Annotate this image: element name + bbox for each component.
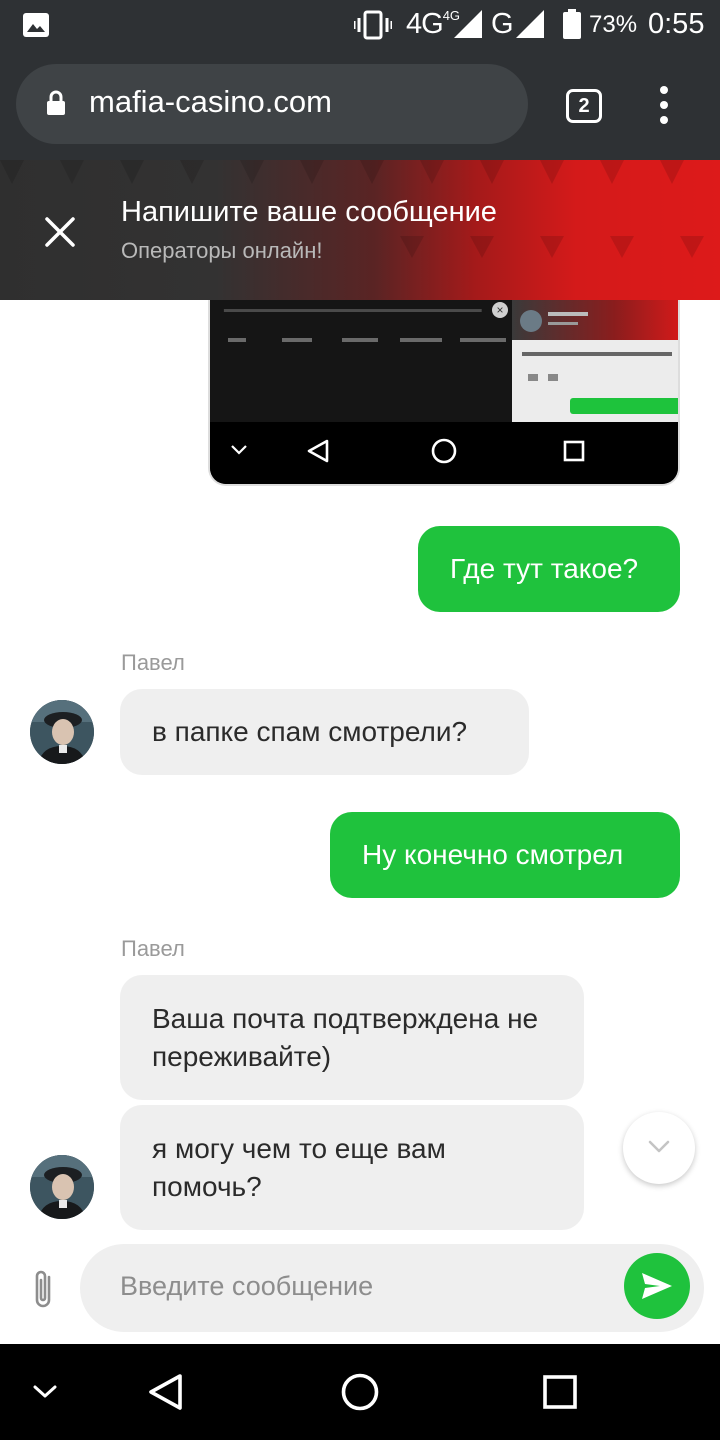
url-text: mafia-casino.com — [89, 84, 332, 119]
message-composer — [80, 1244, 704, 1332]
thumbs-icon — [528, 374, 558, 381]
image-notification-icon — [23, 13, 49, 37]
screenshot-panel-button — [570, 398, 678, 414]
message-input[interactable] — [120, 1264, 600, 1308]
status-bar: 4G4G G 73% 0:55 — [0, 0, 720, 50]
chat-title: Напишите ваше сообщение — [121, 196, 497, 228]
network-g-label: G — [491, 8, 514, 40]
send-icon — [642, 1273, 672, 1299]
paperclip-icon[interactable] — [28, 1266, 58, 1312]
outgoing-message: Где тут такое? — [418, 526, 680, 612]
incoming-message: я могу чем то еще вам помочь? — [120, 1105, 584, 1230]
signal-strength-icon — [454, 10, 482, 38]
chevron-down-icon — [648, 1140, 670, 1153]
outgoing-message: Ну конечно смотрел — [330, 812, 680, 898]
sender-name: Павел — [121, 650, 185, 675]
scroll-down-button[interactable] — [623, 1112, 695, 1184]
screenshot-close-icon: × — [492, 302, 508, 318]
operator-avatar-image — [30, 700, 94, 764]
screenshot-menu-row — [228, 338, 506, 342]
signal-strength-icon-2 — [516, 10, 544, 38]
screenshot-panel-line — [548, 322, 578, 325]
close-icon[interactable] — [38, 210, 82, 254]
browser-toolbar: mafia-casino.com 2 — [0, 50, 720, 160]
clock: 0:55 — [648, 8, 705, 40]
back-icon — [307, 439, 329, 463]
home-icon[interactable] — [340, 1372, 380, 1412]
screenshot-panel-line — [548, 312, 588, 316]
attached-screenshot-image[interactable]: × — [208, 300, 680, 486]
chevron-down-icon — [231, 445, 247, 455]
back-icon[interactable] — [146, 1372, 184, 1412]
chat-header: Напишите ваше сообщение Операторы онлайн… — [0, 160, 720, 300]
screenshot-nav-bar — [210, 422, 678, 484]
address-bar[interactable]: mafia-casino.com — [16, 64, 528, 144]
recents-icon[interactable] — [542, 1374, 578, 1410]
operator-avatar-image — [30, 1155, 94, 1219]
vibrate-icon — [354, 10, 392, 40]
system-nav-bar — [0, 1344, 720, 1440]
chevron-down-icon[interactable] — [32, 1384, 58, 1400]
chat-subtitle: Операторы онлайн! — [121, 238, 323, 263]
incoming-message: в папке спам смотрели? — [120, 689, 529, 775]
recents-icon — [563, 440, 585, 462]
incoming-message: Ваша почта подтверждена не переживайте) — [120, 975, 584, 1100]
screenshot-panel-avatar — [520, 310, 542, 332]
browser-menu-button[interactable] — [656, 86, 672, 126]
sender-name: Павел — [121, 936, 185, 961]
battery-icon — [563, 9, 581, 39]
tab-switcher-button[interactable]: 2 — [566, 89, 602, 123]
menu-dot — [660, 101, 668, 109]
battery-percent: 73% — [589, 11, 638, 38]
home-icon — [431, 438, 457, 464]
avatar — [30, 1155, 94, 1219]
send-button[interactable] — [624, 1253, 690, 1319]
menu-dot — [660, 86, 668, 94]
screenshot-chat-panel — [512, 300, 678, 422]
header-pattern — [0, 160, 704, 258]
menu-dot — [660, 116, 668, 124]
screenshot-panel-message — [522, 352, 672, 356]
lock-icon — [47, 90, 65, 115]
avatar — [30, 700, 94, 764]
